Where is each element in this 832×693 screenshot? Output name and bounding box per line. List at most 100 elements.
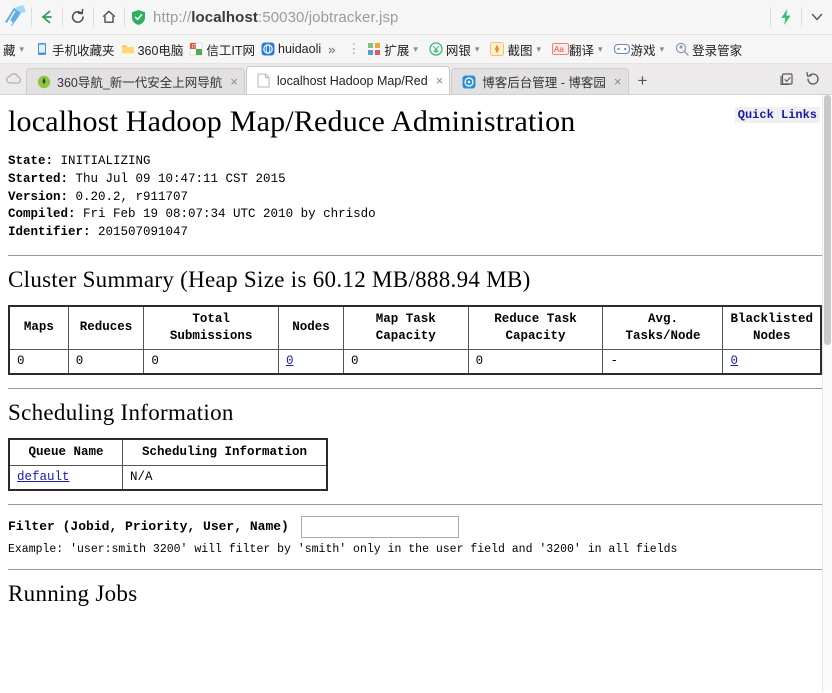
game-icon: [613, 42, 630, 56]
tab-bar: 360导航_新一代安全上网导航 × localhost Hadoop Map/R…: [0, 64, 832, 94]
translate-icon: Aa: [552, 42, 569, 56]
toolbar-button-screenshot[interactable]: 截图 ▾: [487, 38, 549, 60]
chevron-down-icon[interactable]: ▾: [475, 44, 480, 55]
filter-input[interactable]: [300, 515, 459, 538]
toolbar-button-label: 翻译: [569, 43, 595, 58]
table-row: default N/A: [8, 464, 328, 491]
bookmark-item-2[interactable]: 360电脑: [118, 38, 187, 60]
page-content: Quick Links localhost Hadoop Map/Reduce …: [0, 105, 832, 607]
info-row-identifier: Identifier: 201507091047: [8, 224, 824, 242]
back-button[interactable]: [32, 2, 62, 32]
toolbar-divider-icon: ⋮: [347, 41, 361, 56]
toolbar-button-label: 网银: [445, 43, 471, 58]
chevron-down-icon[interactable]: ▾: [598, 44, 603, 55]
home-button[interactable]: [94, 2, 124, 32]
browser-tab-1[interactable]: localhost Hadoop Map/Red ×: [245, 66, 451, 94]
chevron-down-icon[interactable]: [802, 2, 832, 32]
filter-label: Filter (Jobid, Priority, User, Name): [8, 519, 289, 535]
history-icon[interactable]: [800, 66, 826, 92]
chevron-down-icon[interactable]: ▾: [536, 44, 541, 55]
vertical-scrollbar[interactable]: [822, 95, 832, 692]
col-reduces: Reduces: [67, 305, 145, 350]
info-value: 0.20.2, r911707: [75, 189, 189, 204]
quick-links-label[interactable]: Quick Links: [734, 107, 820, 123]
page-title: localhost Hadoop Map/Reduce Administrati…: [8, 105, 576, 138]
cnblogs-icon: [461, 74, 476, 89]
svg-text:Aa: Aa: [554, 45, 564, 54]
nodes-link[interactable]: 0: [286, 354, 294, 368]
globe-icon: [261, 42, 275, 56]
svg-text:IT: IT: [192, 44, 196, 50]
cell-queue-name: default: [8, 464, 123, 491]
col-maps: Maps: [8, 305, 69, 350]
reload-button[interactable]: [63, 2, 93, 32]
bookmarks-bar: 藏 ▾ 手机收藏夹 360电脑 IT 信工IT网 huidaoli » ⋮ 扩展…: [0, 35, 832, 64]
info-label: Identifier:: [8, 225, 91, 240]
bookmark-label: 藏: [3, 43, 16, 58]
col-nodes: Nodes: [278, 305, 344, 350]
info-value: 201507091047: [98, 225, 189, 240]
info-row-version: Version: 0.20.2, r911707: [8, 189, 824, 207]
cluster-summary-table: Maps Reduces Total Submissions Nodes Map…: [8, 304, 822, 375]
bookmark-item-1[interactable]: 手机收藏夹: [32, 38, 118, 60]
toolbar-button-label: 登录管家: [692, 43, 743, 58]
bookmark-item-0[interactable]: 藏 ▾: [0, 38, 32, 60]
restore-tab-icon[interactable]: [774, 66, 800, 92]
tab-list-icon[interactable]: [0, 64, 26, 94]
close-icon[interactable]: ×: [436, 74, 444, 87]
col-total-submissions: Total Submissions: [143, 305, 280, 350]
col-map-task-capacity: Map Task Capacity: [342, 305, 469, 350]
bookmark-item-4[interactable]: huidaoli: [258, 38, 324, 60]
close-icon[interactable]: ×: [230, 75, 238, 88]
tab-title: 360导航_新一代安全上网导航: [57, 76, 223, 90]
cell-map-task-capacity: 0: [342, 348, 469, 375]
bookmark-label: huidaoli: [278, 42, 322, 56]
page-icon: [256, 73, 271, 88]
chevron-down-icon[interactable]: ▾: [413, 44, 418, 55]
info-value: INITIALIZING: [60, 154, 151, 168]
toolbar-button-games[interactable]: 游戏 ▾: [611, 38, 673, 60]
scheduling-information-heading: Scheduling Information: [8, 399, 234, 425]
info-value: Fri Feb 19 08:07:34 UTC 2010 by chrisdo: [83, 207, 376, 222]
info-row-started: Started: Thu Jul 09 10:47:11 CST 2015: [8, 171, 824, 189]
toolbar-button-extensions[interactable]: 扩展 ▾: [364, 38, 426, 60]
chevron-down-icon[interactable]: ▾: [660, 44, 665, 55]
browser-tab-0[interactable]: 360导航_新一代安全上网导航 ×: [26, 68, 245, 94]
col-avg-tasks-node: Avg. Tasks/Node: [602, 305, 724, 350]
cell-blacklisted-nodes: 0: [722, 348, 822, 375]
browser-logo-icon: [1, 2, 31, 32]
address-bar[interactable]: http://localhost:50030/jobtracker.jsp: [125, 2, 770, 32]
toolbar-button-bank[interactable]: 网银 ▾: [426, 38, 488, 60]
tab-title: 博客后台管理 - 博客园: [482, 76, 606, 90]
browser-nav-bar: http://localhost:50030/jobtracker.jsp: [0, 0, 832, 35]
cluster-info-list: State: INITIALIZING Started: Thu Jul 09 …: [8, 153, 824, 242]
queue-default-link[interactable]: default: [17, 470, 70, 484]
blacklisted-nodes-link[interactable]: 0: [730, 354, 738, 368]
info-label: State:: [8, 154, 54, 168]
speed-boost-icon[interactable]: [771, 2, 801, 32]
bookmark-item-3[interactable]: IT 信工IT网: [186, 38, 258, 60]
browser-chrome: http://localhost:50030/jobtracker.jsp 藏 …: [0, 0, 832, 95]
toolbar-button-translate[interactable]: Aa 翻译 ▾: [549, 38, 611, 60]
url-host: localhost: [191, 8, 258, 26]
chevron-down-icon[interactable]: ▾: [20, 44, 25, 55]
col-scheduling-information: Scheduling Information: [122, 438, 328, 466]
new-tab-button[interactable]: +: [630, 68, 656, 94]
scrollbar-thumb[interactable]: [824, 95, 831, 345]
bookmark-label: 360电脑: [137, 43, 184, 58]
section-divider: [8, 568, 824, 570]
url-text: http://localhost:50030/jobtracker.jsp: [153, 9, 399, 26]
login-manager-icon: [675, 42, 689, 56]
site-icon: IT: [189, 42, 203, 56]
address-bar-actions: [770, 2, 832, 32]
bookmark-label: 信工IT网: [206, 43, 256, 58]
folder-icon: [121, 42, 135, 56]
360-icon: [36, 74, 51, 89]
table-header-row: Queue Name Scheduling Information: [8, 438, 328, 466]
bookmarks-overflow-icon[interactable]: »: [328, 42, 335, 57]
toolbar-button-login-manager[interactable]: 登录管家: [672, 38, 745, 60]
close-icon[interactable]: ×: [614, 75, 622, 88]
col-blacklisted-nodes: Blacklisted Nodes: [722, 305, 822, 350]
browser-tab-2[interactable]: 博客后台管理 - 博客园 ×: [451, 68, 629, 94]
cell-total-submissions: 0: [143, 348, 280, 375]
